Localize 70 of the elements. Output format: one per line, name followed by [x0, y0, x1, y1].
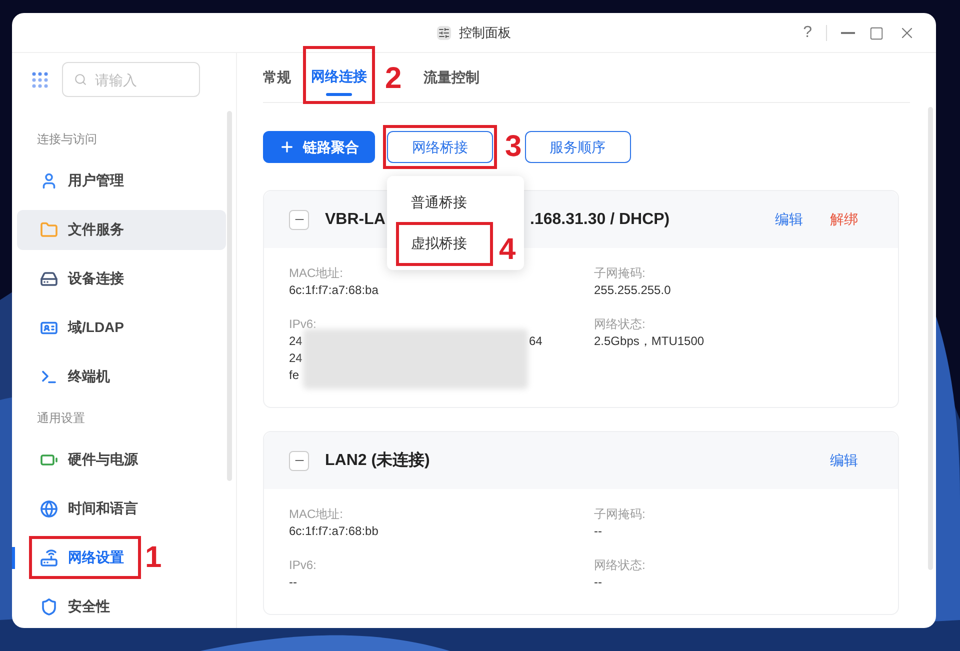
field-value: 6c:1f:f7:a7:68:bb [289, 523, 380, 540]
field-value: 6c:1f:f7:a7:68:ba [289, 282, 380, 299]
link-aggregation-button[interactable]: 链路聚合 [263, 131, 375, 163]
shield-icon [40, 598, 58, 616]
plus-icon [279, 139, 295, 155]
field-value: 2.5Gbps，MTU1500 [594, 333, 706, 350]
globe-icon [40, 500, 58, 518]
router-icon [40, 548, 58, 566]
section-heading: 通用设置 [36, 410, 86, 427]
field-label: 网络状态: [594, 557, 646, 574]
field-label: IPv6: [289, 557, 318, 574]
scrollbar[interactable] [928, 107, 933, 570]
minimize-icon [841, 32, 855, 34]
collapse-toggle[interactable] [289, 210, 309, 230]
window-title: 控制面板 [459, 24, 511, 42]
selection-bar [12, 547, 15, 569]
interface-title: VBR-LA [325, 210, 386, 228]
field-label: 子网掩码: [594, 265, 646, 282]
annotation-number: 2 [385, 64, 402, 94]
field-value: 255.255.255.0 [594, 282, 672, 299]
tab[interactable]: 网络连接 [311, 66, 367, 101]
sidebar-item[interactable]: 时间和语言 [17, 488, 226, 528]
field-value: -- [594, 523, 603, 540]
field-label: IPv6: [289, 316, 318, 333]
edit-link[interactable]: 编辑 [775, 209, 803, 230]
search-icon [74, 73, 87, 86]
app-grid-icon [32, 72, 48, 88]
field-value: -- [594, 574, 603, 591]
user-icon [40, 172, 58, 190]
help-button[interactable]: ? [803, 21, 812, 45]
interface-title: LAN2 (未连接) [325, 450, 430, 470]
toolbar-button[interactable]: 服务顺序 [524, 131, 631, 163]
field-value: 24 [289, 350, 302, 367]
sidebar-item[interactable]: 域/LDAP [17, 308, 226, 348]
section-heading: 连接与访问 [36, 131, 98, 148]
tab[interactable]: 常规 [263, 67, 291, 102]
menu-item[interactable]: 虚拟桥接 [399, 233, 467, 254]
minimize-button[interactable] [841, 32, 855, 34]
sidebar-item[interactable]: 终端机 [17, 356, 226, 396]
field-value: -- [289, 574, 298, 591]
field-label: MAC地址: [289, 506, 344, 523]
field-value: 24 [289, 333, 302, 350]
sidebar-item[interactable]: 网络设置 [32, 540, 124, 576]
tab-underline [326, 93, 352, 96]
maximize-button[interactable] [869, 26, 884, 40]
field-label: 子网掩码: [594, 506, 646, 523]
sidebar-item[interactable]: 文件服务 [17, 210, 226, 250]
collapse-toggle[interactable] [289, 450, 309, 470]
field-label: MAC地址: [289, 265, 344, 282]
sidebar-item[interactable]: 用户管理 [17, 160, 226, 200]
field-value: 64 [529, 333, 542, 350]
search-field[interactable]: 请输入 [62, 62, 200, 97]
sidebar-item[interactable]: 设备连接 [17, 258, 226, 298]
folder-icon [40, 220, 58, 238]
tab[interactable]: 流量控制 [424, 67, 480, 102]
sidebar-item[interactable]: 硬件与电源 [17, 440, 226, 480]
interface-title: .168.31.30 / DHCP) [530, 210, 670, 230]
control-panel-icon [437, 26, 451, 40]
maximize-icon [869, 26, 884, 40]
annotation-number: 4 [499, 234, 516, 264]
toolbar-button[interactable]: 网络桥接 [387, 131, 493, 163]
field-value: fe [289, 367, 300, 384]
annotation-number: 1 [145, 542, 162, 572]
sidebar-item[interactable]: 安全性 [17, 586, 226, 626]
edit-link[interactable]: 编辑 [830, 450, 858, 471]
menu-item[interactable]: 普通桥接 [387, 192, 467, 213]
drive-icon [40, 270, 58, 288]
annotation-number: 3 [505, 132, 522, 162]
field-label: 网络状态: [594, 316, 646, 333]
scrollbar[interactable] [227, 111, 232, 481]
